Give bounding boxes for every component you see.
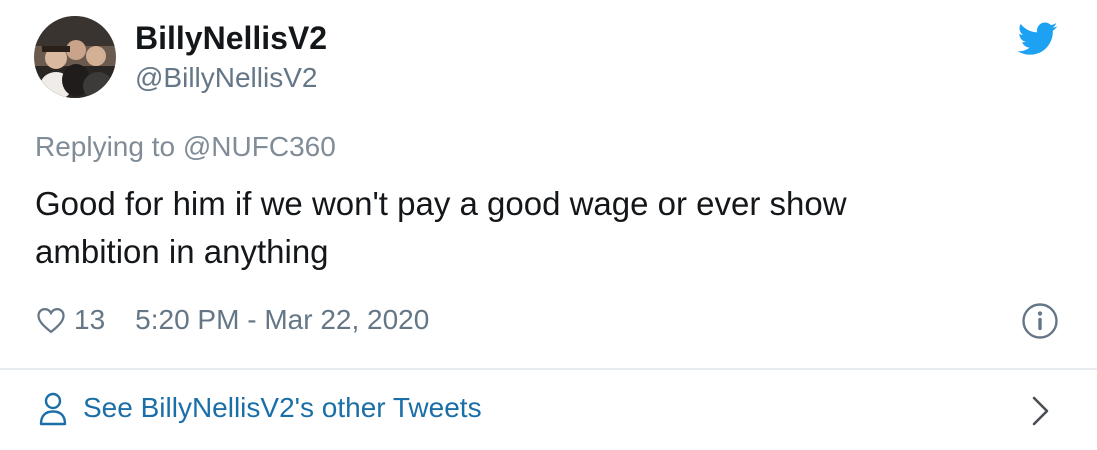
replying-to-line: Replying to @NUFC360	[35, 131, 336, 163]
tweet-text: Good for him if we won't pay a good wage…	[35, 185, 847, 270]
like-button[interactable]: 13	[36, 304, 105, 336]
replying-to-handle-link[interactable]: @NUFC360	[183, 131, 336, 162]
info-circle-icon[interactable]	[1021, 302, 1059, 340]
replying-to-prefix: Replying to	[35, 131, 176, 162]
see-other-tweets-label: See BillyNellisV2's other Tweets	[83, 392, 482, 423]
person-icon	[39, 392, 67, 426]
heart-outline-icon	[37, 307, 65, 334]
see-other-tweets-link[interactable]: See BillyNellisV2's other Tweets	[0, 370, 1097, 450]
twitter-bird-icon[interactable]	[1018, 22, 1058, 56]
like-count: 13	[74, 304, 106, 335]
tweet-meta-row: 13 5:20 PM - Mar 22, 2020	[36, 300, 429, 340]
tweet-timestamp-link[interactable]: 5:20 PM - Mar 22, 2020	[135, 304, 429, 336]
avatar[interactable]	[34, 16, 116, 98]
avatar-photo	[34, 16, 116, 98]
author-display-name[interactable]: BillyNellisV2	[135, 20, 327, 57]
author-handle[interactable]: @BillyNellisV2	[135, 62, 317, 94]
embedded-tweet-card: BillyNellisV2 @BillyNellisV2 Replying to…	[0, 0, 1097, 450]
chevron-right-icon	[1032, 396, 1049, 426]
